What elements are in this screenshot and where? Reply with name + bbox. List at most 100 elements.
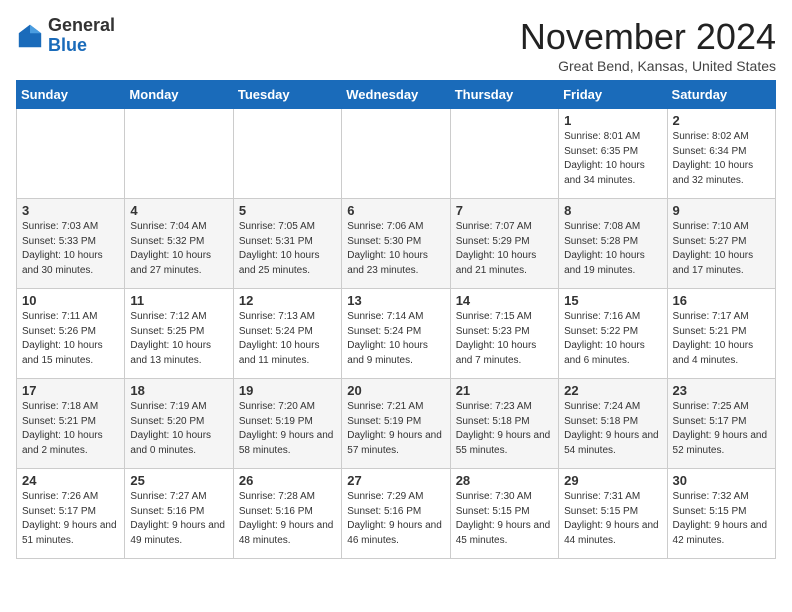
day-cell: 10Sunrise: 7:11 AMSunset: 5:26 PMDayligh…	[17, 289, 125, 379]
day-info: Sunrise: 7:19 AMSunset: 5:20 PMDaylight:…	[130, 400, 227, 458]
logo: General Blue	[16, 16, 115, 56]
day-info: Sunrise: 7:32 AMSunset: 5:15 PMDaylight:…	[673, 490, 770, 548]
day-cell	[342, 109, 450, 199]
day-cell: 27 Sunrise: 7:29 AMSunset: 5:16 PMDayligh…	[342, 469, 450, 559]
header-day-friday: Friday	[559, 81, 667, 109]
day-info: Sunrise: 7:13 AMSunset: 5:24 PMDaylight:…	[239, 310, 336, 368]
day-number: 7	[456, 203, 553, 218]
day-number: 29	[564, 473, 661, 488]
day-cell: 7 Sunrise: 7:07 AMSunset: 5:29 PMDaylight…	[450, 199, 558, 289]
day-cell: 28Sunrise: 7:30 AMSunset: 5:15 PMDayligh…	[450, 469, 558, 559]
day-info: Sunrise: 7:21 AMSunset: 5:19 PMDaylight:…	[347, 400, 444, 458]
day-cell	[450, 109, 558, 199]
title-area: November 2024 Great Bend, Kansas, United…	[520, 16, 776, 74]
day-number: 30	[673, 473, 770, 488]
day-number: 21	[456, 383, 553, 398]
day-cell: 6 Sunrise: 7:06 AMSunset: 5:30 PMDaylight…	[342, 199, 450, 289]
day-info: Sunrise: 7:23 AMSunset: 5:18 PMDaylight:…	[456, 400, 553, 458]
day-cell: 2Sunrise: 8:02 AMSunset: 6:34 PMDaylight…	[667, 109, 775, 199]
day-cell: 23 Sunrise: 7:25 AMSunset: 5:17 PMDayligh…	[667, 379, 775, 469]
day-info: Sunrise: 7:15 AMSunset: 5:23 PMDaylight:…	[456, 310, 553, 368]
day-cell: 30 Sunrise: 7:32 AMSunset: 5:15 PMDayligh…	[667, 469, 775, 559]
day-cell: 9 Sunrise: 7:10 AMSunset: 5:27 PMDaylight…	[667, 199, 775, 289]
day-info: Sunrise: 7:10 AMSunset: 5:27 PMDaylight:…	[673, 220, 770, 278]
day-info: Sunrise: 8:01 AMSunset: 6:35 PMDaylight:…	[564, 130, 661, 188]
day-info: Sunrise: 7:31 AMSunset: 5:15 PMDaylight:…	[564, 490, 661, 548]
day-number: 27	[347, 473, 444, 488]
header-row: SundayMondayTuesdayWednesdayThursdayFrid…	[17, 81, 776, 109]
day-cell: 16Sunrise: 7:17 AMSunset: 5:21 PMDayligh…	[667, 289, 775, 379]
location: Great Bend, Kansas, United States	[520, 58, 776, 74]
day-number: 19	[239, 383, 336, 398]
day-cell: 24 Sunrise: 7:26 AMSunset: 5:17 PMDayligh…	[17, 469, 125, 559]
day-cell: 11 Sunrise: 7:12 AMSunset: 5:25 PMDayligh…	[125, 289, 233, 379]
day-number: 25	[130, 473, 227, 488]
day-cell: 1 Sunrise: 8:01 AMSunset: 6:35 PMDaylight…	[559, 109, 667, 199]
day-cell: 3Sunrise: 7:03 AMSunset: 5:33 PMDaylight…	[17, 199, 125, 289]
day-info: Sunrise: 7:25 AMSunset: 5:17 PMDaylight:…	[673, 400, 770, 458]
day-number: 22	[564, 383, 661, 398]
day-info: Sunrise: 7:27 AMSunset: 5:16 PMDaylight:…	[130, 490, 227, 548]
day-info: Sunrise: 7:07 AMSunset: 5:29 PMDaylight:…	[456, 220, 553, 278]
month-title: November 2024	[520, 16, 776, 58]
day-cell: 8 Sunrise: 7:08 AMSunset: 5:28 PMDaylight…	[559, 199, 667, 289]
day-info: Sunrise: 7:16 AMSunset: 5:22 PMDaylight:…	[564, 310, 661, 368]
day-cell: 13 Sunrise: 7:14 AMSunset: 5:24 PMDayligh…	[342, 289, 450, 379]
day-info: Sunrise: 7:18 AMSunset: 5:21 PMDaylight:…	[22, 400, 119, 458]
calendar-table: SundayMondayTuesdayWednesdayThursdayFrid…	[16, 80, 776, 559]
day-number: 5	[239, 203, 336, 218]
day-number: 24	[22, 473, 119, 488]
header-day-saturday: Saturday	[667, 81, 775, 109]
day-info: Sunrise: 7:08 AMSunset: 5:28 PMDaylight:…	[564, 220, 661, 278]
day-cell: 19Sunrise: 7:20 AMSunset: 5:19 PMDayligh…	[233, 379, 341, 469]
week-row-1: 1 Sunrise: 8:01 AMSunset: 6:35 PMDaylight…	[17, 109, 776, 199]
day-number: 11	[130, 293, 227, 308]
day-info: Sunrise: 7:12 AMSunset: 5:25 PMDaylight:…	[130, 310, 227, 368]
day-number: 10	[22, 293, 119, 308]
day-cell: 25 Sunrise: 7:27 AMSunset: 5:16 PMDayligh…	[125, 469, 233, 559]
day-number: 9	[673, 203, 770, 218]
day-info: Sunrise: 7:26 AMSunset: 5:17 PMDaylight:…	[22, 490, 119, 548]
day-number: 14	[456, 293, 553, 308]
day-number: 6	[347, 203, 444, 218]
header-day-thursday: Thursday	[450, 81, 558, 109]
day-number: 23	[673, 383, 770, 398]
day-number: 28	[456, 473, 553, 488]
day-number: 26	[239, 473, 336, 488]
day-number: 4	[130, 203, 227, 218]
day-number: 13	[347, 293, 444, 308]
day-number: 15	[564, 293, 661, 308]
day-number: 8	[564, 203, 661, 218]
day-number: 12	[239, 293, 336, 308]
day-cell: 29 Sunrise: 7:31 AMSunset: 5:15 PMDayligh…	[559, 469, 667, 559]
week-row-4: 17Sunrise: 7:18 AMSunset: 5:21 PMDayligh…	[17, 379, 776, 469]
day-cell: 17Sunrise: 7:18 AMSunset: 5:21 PMDayligh…	[17, 379, 125, 469]
week-row-2: 3Sunrise: 7:03 AMSunset: 5:33 PMDaylight…	[17, 199, 776, 289]
header-day-sunday: Sunday	[17, 81, 125, 109]
calendar-header: SundayMondayTuesdayWednesdayThursdayFrid…	[17, 81, 776, 109]
day-number: 1	[564, 113, 661, 128]
day-cell	[233, 109, 341, 199]
header-day-tuesday: Tuesday	[233, 81, 341, 109]
day-number: 3	[22, 203, 119, 218]
day-cell: 22Sunrise: 7:24 AMSunset: 5:18 PMDayligh…	[559, 379, 667, 469]
logo-icon	[16, 22, 44, 50]
day-info: Sunrise: 7:05 AMSunset: 5:31 PMDaylight:…	[239, 220, 336, 278]
day-cell: 26 Sunrise: 7:28 AMSunset: 5:16 PMDayligh…	[233, 469, 341, 559]
day-cell: 4Sunrise: 7:04 AMSunset: 5:32 PMDaylight…	[125, 199, 233, 289]
page-header: General Blue November 2024 Great Bend, K…	[16, 16, 776, 74]
day-info: Sunrise: 7:06 AMSunset: 5:30 PMDaylight:…	[347, 220, 444, 278]
header-day-monday: Monday	[125, 81, 233, 109]
week-row-3: 10Sunrise: 7:11 AMSunset: 5:26 PMDayligh…	[17, 289, 776, 379]
day-cell: 21 Sunrise: 7:23 AMSunset: 5:18 PMDayligh…	[450, 379, 558, 469]
day-cell: 18 Sunrise: 7:19 AMSunset: 5:20 PMDayligh…	[125, 379, 233, 469]
day-number: 20	[347, 383, 444, 398]
day-info: Sunrise: 7:28 AMSunset: 5:16 PMDaylight:…	[239, 490, 336, 548]
day-info: Sunrise: 7:29 AMSunset: 5:16 PMDaylight:…	[347, 490, 444, 548]
day-cell: 12 Sunrise: 7:13 AMSunset: 5:24 PMDayligh…	[233, 289, 341, 379]
day-cell	[125, 109, 233, 199]
day-info: Sunrise: 7:14 AMSunset: 5:24 PMDaylight:…	[347, 310, 444, 368]
header-day-wednesday: Wednesday	[342, 81, 450, 109]
day-number: 16	[673, 293, 770, 308]
day-number: 18	[130, 383, 227, 398]
